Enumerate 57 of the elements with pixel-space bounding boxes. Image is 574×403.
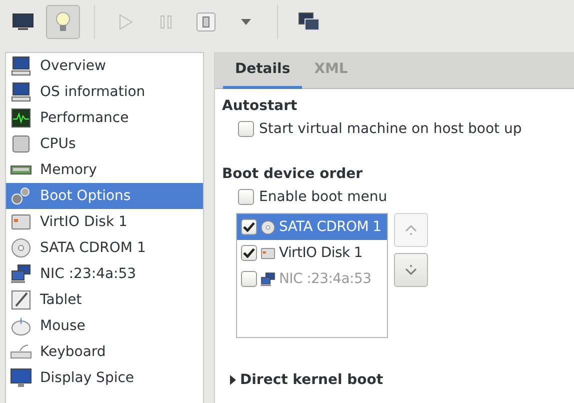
- checkbox-label: Enable boot menu: [259, 189, 388, 205]
- pause-icon: [160, 15, 172, 29]
- sidebar-item[interactable]: SATA CDROM 1: [6, 235, 203, 261]
- caret-icon: [241, 19, 251, 25]
- kernel-boot-expander[interactable]: Direct kernel boot: [222, 368, 384, 392]
- move-down-button[interactable]: [394, 253, 428, 287]
- sidebar-item[interactable]: NIC :23:4a:53: [6, 261, 203, 287]
- monitor-icon: [10, 368, 32, 388]
- tab[interactable]: Details: [223, 52, 302, 89]
- section-heading: Autostart: [222, 97, 298, 116]
- sidebar-item[interactable]: Memory: [6, 157, 203, 183]
- sidebar-item[interactable]: Boot Options: [6, 183, 203, 209]
- disk-drive-icon: [10, 212, 32, 232]
- disk-drive-icon: [260, 246, 276, 260]
- sidebar-item[interactable]: Overview: [6, 53, 203, 79]
- sidebar-item[interactable]: Performance: [6, 105, 203, 131]
- lightbulb-icon: [55, 11, 71, 33]
- checkbox[interactable]: [238, 121, 254, 137]
- sidebar-item[interactable]: VirtIO Disk 1: [6, 209, 203, 235]
- mouse-icon: [10, 316, 32, 336]
- device-label: SATA CDROM 1: [279, 219, 382, 235]
- network-computers-icon: [260, 272, 276, 286]
- monitor-icon: [12, 12, 34, 32]
- checkbox[interactable]: [238, 189, 254, 205]
- gears-icon: [10, 186, 32, 206]
- boot-device-item[interactable]: VirtIO Disk 1: [237, 240, 387, 266]
- device-label: VirtIO Disk 1: [279, 245, 363, 261]
- computer-icon: [10, 82, 32, 102]
- sidebar-item[interactable]: Keyboard: [6, 339, 203, 365]
- chip-icon: [10, 134, 32, 154]
- disc-icon: [10, 238, 32, 258]
- checkbox[interactable]: [241, 271, 257, 287]
- disc-icon: [260, 220, 276, 234]
- up-arrow-icon: [404, 223, 418, 237]
- checkbox[interactable]: [241, 245, 257, 261]
- play-icon: [119, 14, 133, 30]
- computer-icon: [10, 56, 32, 76]
- device-label: NIC :23:4a:53: [279, 271, 372, 287]
- section-heading: Boot device order: [222, 165, 364, 184]
- checkbox-label: Start virtual machine on host boot up: [259, 121, 522, 137]
- screens-icon: [298, 12, 320, 32]
- autostart-checkbox[interactable]: Start virtual machine on host boot up: [222, 117, 574, 141]
- checkbox[interactable]: [241, 219, 257, 235]
- details-button[interactable]: [46, 5, 80, 39]
- sidebar-item[interactable]: Tablet: [6, 287, 203, 313]
- sidebar-item[interactable]: CPUs: [6, 131, 203, 157]
- sidebar-item[interactable]: OS information: [6, 79, 203, 105]
- sidebar-item[interactable]: Display Spice: [6, 365, 203, 391]
- network-computers-icon: [10, 264, 32, 284]
- sidebar-item[interactable]: Mouse: [6, 313, 203, 339]
- activity-graph-icon: [10, 108, 32, 128]
- power-switch-icon: [196, 12, 216, 32]
- down-arrow-icon: [404, 263, 418, 277]
- tablet-pen-icon: [10, 290, 32, 310]
- boot-device-item[interactable]: SATA CDROM 1: [237, 214, 387, 240]
- expander-arrow-icon: [230, 375, 236, 385]
- boot-menu-checkbox[interactable]: Enable boot menu: [222, 185, 574, 209]
